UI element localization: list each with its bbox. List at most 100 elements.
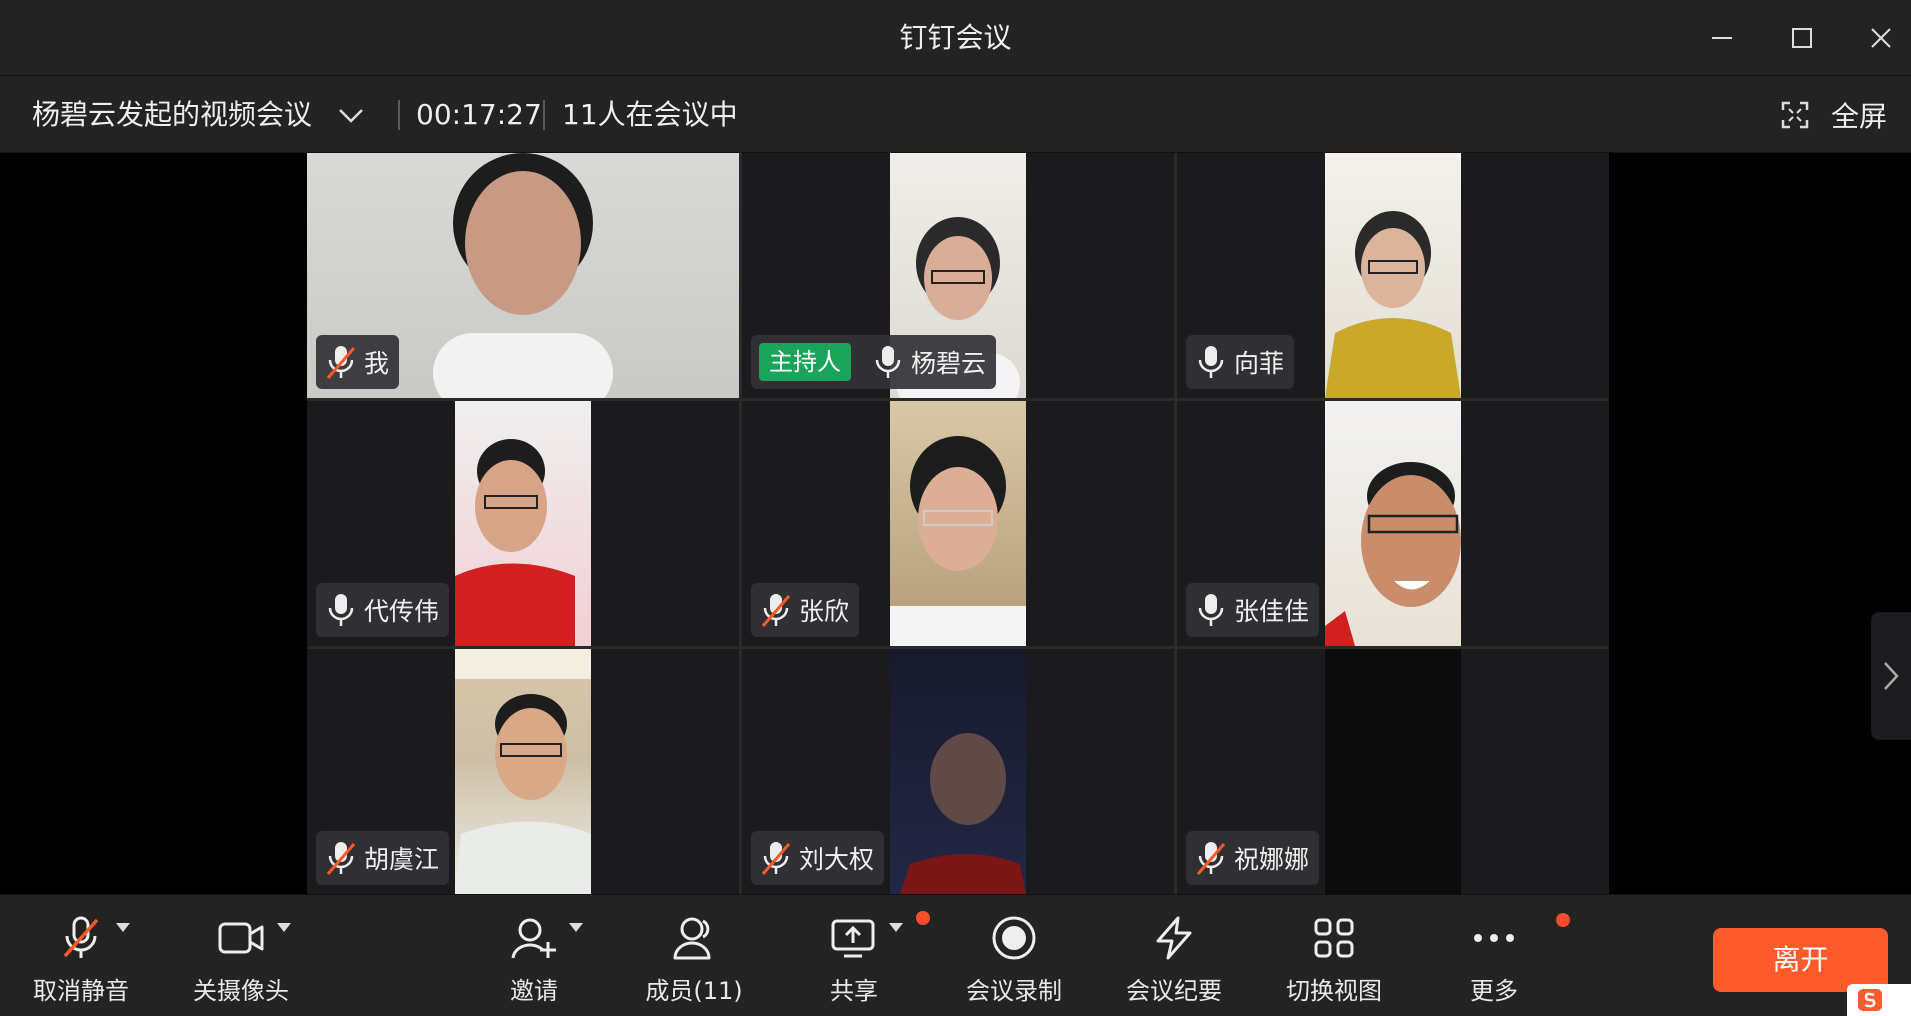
camera-options-caret[interactable] (277, 923, 291, 933)
chevron-right-icon (1884, 662, 1899, 690)
title-bar: 钉钉会议 (0, 0, 1911, 76)
more-dots-icon (1474, 934, 1514, 942)
more-button[interactable]: 更多 (1429, 909, 1570, 1009)
record-button[interactable]: 会议录制 (949, 909, 1079, 1009)
host-badge: 主持人 (759, 343, 851, 381)
participant-video-image (1325, 462, 1461, 646)
participant-name: 我 (364, 349, 390, 378)
participant-label: 我 (316, 335, 400, 389)
participant-label: 张欣 (751, 583, 860, 637)
mic-muted-icon (761, 842, 791, 875)
participant-video-image (455, 649, 591, 894)
close-button[interactable] (1861, 18, 1901, 58)
participant-label: 胡虞江 (316, 831, 450, 885)
divider (543, 100, 545, 130)
mic-icon (875, 346, 901, 378)
maximize-button[interactable] (1782, 18, 1822, 58)
video-tile[interactable]: 胡虞江 (307, 649, 739, 894)
video-feed (1325, 401, 1461, 646)
leave-button[interactable]: 离开 (1713, 928, 1888, 992)
video-feed (455, 649, 591, 894)
meeting-timer: 00:17:27 (416, 98, 542, 131)
unmute-label: 取消静音 (33, 977, 129, 1005)
invite-label: 邀请 (510, 977, 558, 1005)
record-label: 会议录制 (966, 977, 1062, 1005)
ime-indicator[interactable] (1847, 984, 1911, 1016)
switch-view-button[interactable]: 切换视图 (1269, 909, 1399, 1009)
members-label: 成员(11) (645, 977, 743, 1005)
notification-dot (916, 911, 930, 925)
mic-icon (1198, 346, 1224, 378)
sogou-ime-icon (1858, 989, 1882, 1011)
meeting-name: 杨碧云发起的视频会议 (32, 98, 313, 131)
participant-video-image (455, 439, 575, 646)
close-icon (1871, 28, 1891, 48)
mic-muted-icon (761, 594, 791, 627)
video-tile[interactable]: 代传伟 (307, 401, 739, 646)
fullscreen-icon (1781, 101, 1809, 128)
participant-video-image (1325, 211, 1461, 398)
mic-muted-icon (326, 842, 356, 875)
mic-icon (328, 594, 354, 626)
minutes-label: 会议纪要 (1126, 977, 1222, 1005)
video-tile[interactable]: 刘大权 (742, 649, 1174, 894)
video-feed (1325, 153, 1461, 398)
minimize-icon (1712, 37, 1732, 39)
participant-name: 张佳佳 (1234, 597, 1310, 626)
meeting-toolbar: 取消静音 关摄像头 邀请 成员(11) 共享 会议录制 会议纪要 切换视图 更多… (0, 894, 1911, 1016)
participant-count: 11人在会议中 (562, 98, 738, 131)
maximize-icon (1792, 28, 1812, 48)
divider (398, 100, 400, 130)
fullscreen-label: 全屏 (1830, 99, 1887, 133)
participant-label: 代传伟 (316, 583, 450, 637)
camera-off-label: 关摄像头 (193, 977, 289, 1005)
switch-view-label: 切换视图 (1286, 977, 1382, 1005)
meeting-info-dropdown[interactable] (334, 98, 368, 132)
window-title: 钉钉会议 (899, 21, 1012, 54)
video-grid: 我 主持人 杨碧云 向菲 代传伟 张欣 张佳佳 胡虞江 刘大权 祝娜娜 (307, 153, 1609, 894)
minimize-button[interactable] (1702, 18, 1742, 58)
audio-options-caret[interactable] (116, 923, 130, 933)
notification-dot (1556, 913, 1570, 927)
minutes-button[interactable]: 会议纪要 (1109, 909, 1239, 1009)
participant-name: 祝娜娜 (1234, 845, 1310, 874)
share-label: 共享 (830, 977, 878, 1005)
video-feed (1325, 649, 1461, 894)
members-button[interactable]: 成员(11) (629, 909, 759, 1009)
participant-video-image (900, 733, 1026, 894)
participant-name: 向菲 (1234, 349, 1285, 378)
participant-name: 杨碧云 (911, 349, 987, 378)
fullscreen-button[interactable]: 全屏 (1781, 76, 1887, 153)
mic-muted-icon (326, 346, 356, 379)
video-tile[interactable]: 张欣 (742, 401, 1174, 646)
video-tile[interactable]: 向菲 (1177, 153, 1609, 398)
participant-name: 刘大权 (799, 845, 875, 874)
participant-name: 张欣 (799, 597, 850, 626)
next-page-button[interactable] (1871, 612, 1911, 740)
invite-options-caret[interactable] (569, 923, 583, 933)
minutes-lightning-icon (1156, 916, 1192, 960)
participant-video-image (890, 436, 1026, 646)
add-user-icon (511, 918, 556, 959)
meeting-info-bar: 杨碧云发起的视频会议 00:17:27 11人在会议中 全屏 (0, 76, 1911, 153)
video-tile[interactable]: 主持人 杨碧云 (742, 153, 1174, 398)
participant-label: 向菲 (1186, 335, 1295, 389)
more-label: 更多 (1470, 977, 1518, 1005)
video-tile[interactable]: 祝娜娜 (1177, 649, 1609, 894)
video-tile[interactable]: 张佳佳 (1177, 401, 1609, 646)
share-options-caret[interactable] (889, 923, 903, 933)
video-feed (890, 401, 1026, 646)
chevron-down-icon (339, 109, 363, 123)
members-icon (673, 917, 711, 960)
mic-icon (1198, 594, 1224, 626)
participant-label: 主持人 杨碧云 (751, 335, 997, 389)
screen-share-icon (831, 919, 875, 958)
grid-view-icon (1314, 918, 1354, 958)
video-tile[interactable]: 我 (307, 153, 739, 398)
participant-name: 胡虞江 (364, 845, 440, 874)
camera-icon (218, 922, 264, 954)
video-stage: 我 主持人 杨碧云 向菲 代传伟 张欣 张佳佳 胡虞江 刘大权 祝娜娜 (0, 153, 1911, 894)
participant-label: 祝娜娜 (1186, 831, 1320, 885)
video-feed (455, 401, 591, 646)
mic-muted-icon (63, 916, 99, 958)
